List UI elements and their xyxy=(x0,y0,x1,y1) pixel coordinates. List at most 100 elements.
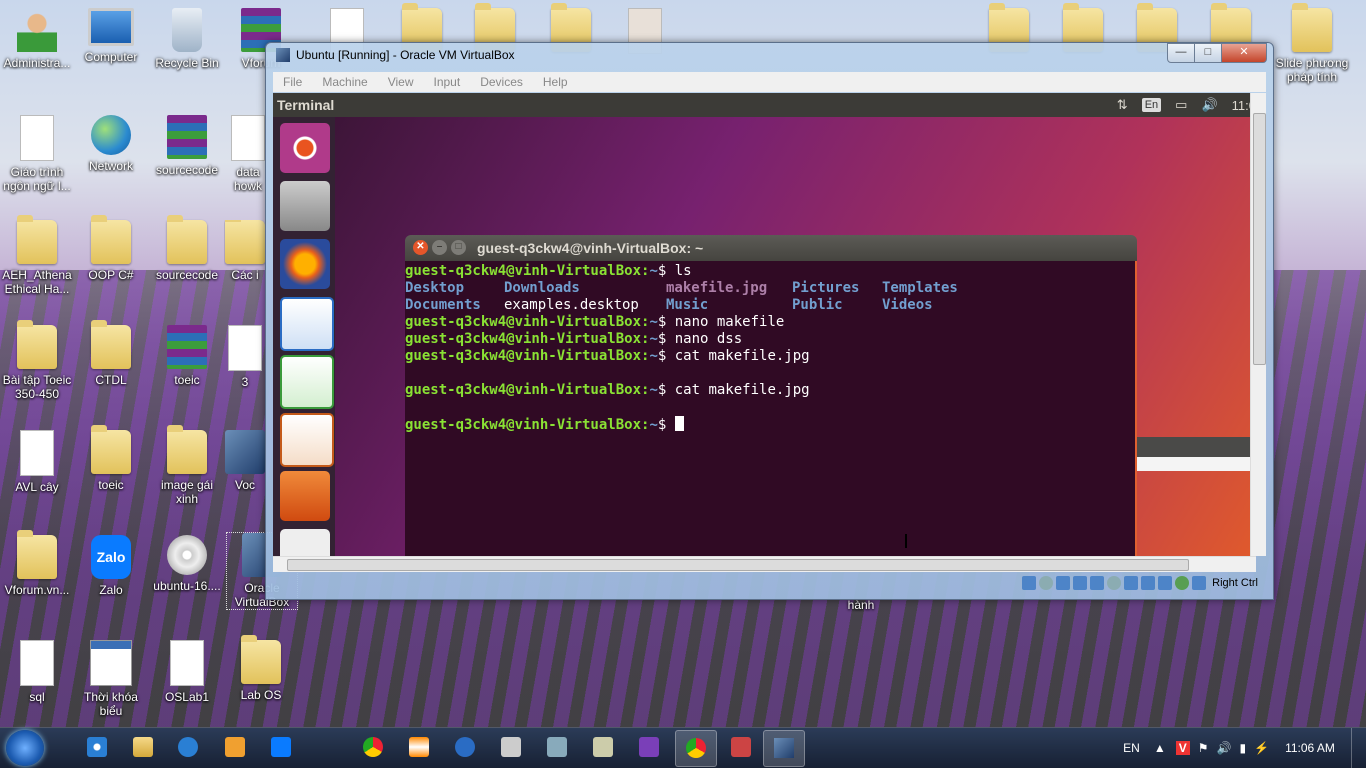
tool-icon[interactable] xyxy=(547,737,567,757)
skype-icon[interactable] xyxy=(178,737,198,757)
action-center-icon[interactable]: ⚑ xyxy=(1198,741,1209,755)
keyboard-capture-icon[interactable] xyxy=(1192,576,1207,590)
maximize-button[interactable]: □ xyxy=(1194,43,1222,63)
display-icon[interactable] xyxy=(1124,576,1139,590)
writer-icon[interactable] xyxy=(280,297,334,351)
vlc-icon[interactable] xyxy=(409,737,429,757)
desktop-icon[interactable]: Slide phương pháp tính xyxy=(1272,3,1352,84)
desktop-icon[interactable]: Network xyxy=(74,115,148,173)
power-icon[interactable]: ⚡ xyxy=(1254,741,1269,755)
video-capture-icon[interactable] xyxy=(1141,576,1156,590)
mouse-integration-icon[interactable] xyxy=(1175,576,1190,590)
minimize-button[interactable]: — xyxy=(1167,43,1195,63)
desktop-icon[interactable]: Lab OS xyxy=(224,635,298,702)
show-hidden-icons-icon[interactable]: ▲ xyxy=(1154,741,1166,755)
desktop-icon[interactable]: Zalo Zalo xyxy=(74,535,148,597)
desktop-icon[interactable]: AVL cây xyxy=(0,430,74,494)
files-icon[interactable] xyxy=(280,181,330,231)
desktop-icon[interactable]: 3 xyxy=(224,325,266,389)
desktop-icon[interactable]: toeic xyxy=(150,325,224,387)
help-icon[interactable] xyxy=(280,529,330,556)
internet-explorer-icon[interactable] xyxy=(87,737,107,757)
menu-devices[interactable]: Devices xyxy=(470,75,533,89)
file-explorer-icon[interactable] xyxy=(133,737,153,757)
sound-icon[interactable] xyxy=(501,737,521,757)
keyboard-layout-indicator[interactable]: En xyxy=(1141,98,1162,112)
scroll-thumb[interactable] xyxy=(287,559,1189,571)
folder-icon xyxy=(167,425,207,474)
calc-icon[interactable] xyxy=(280,355,334,409)
chrome-taskbar-button[interactable] xyxy=(675,730,717,767)
clock[interactable]: 11:06 AM xyxy=(1275,741,1345,755)
menu-file[interactable]: File xyxy=(273,75,312,89)
desktop-icon[interactable]: CTDL xyxy=(74,320,148,387)
virtualbox-taskbar-button[interactable] xyxy=(763,730,805,767)
desktop-icon[interactable]: ubuntu-16.... xyxy=(150,535,224,593)
desktop-icon[interactable]: Các i xyxy=(224,220,266,282)
desktop-icon[interactable]: toeic xyxy=(74,425,148,492)
zalo-icon[interactable] xyxy=(271,737,291,757)
desktop-icon[interactable]: Voc xyxy=(224,430,266,492)
unikey-icon[interactable]: V xyxy=(1175,741,1190,755)
terminal-minimize-button[interactable]: – xyxy=(432,240,447,255)
dash-home-icon[interactable] xyxy=(280,123,330,173)
app-icon[interactable] xyxy=(593,737,613,757)
desktop-icon[interactable]: OOP C# xyxy=(74,215,148,282)
desktop-icon[interactable]: Computer xyxy=(74,8,148,64)
audio-icon[interactable] xyxy=(1056,576,1071,590)
firefox-icon[interactable] xyxy=(280,239,330,289)
cpu-icon[interactable] xyxy=(1158,576,1173,590)
visual-studio-icon[interactable] xyxy=(639,737,659,757)
desktop-icon[interactable]: AEH_Athena Ethical Ha... xyxy=(0,215,74,296)
zalo-icon: Zalo xyxy=(91,535,131,579)
network-icon[interactable] xyxy=(1073,576,1088,590)
start-button[interactable] xyxy=(6,730,44,766)
menu-help[interactable]: Help xyxy=(533,75,578,89)
desktop-icon[interactable]: OSLab1 xyxy=(150,640,224,704)
terminal-maximize-button[interactable]: □ xyxy=(451,240,466,255)
network-signal-icon[interactable]: ▮ xyxy=(1239,741,1246,755)
desktop-icon[interactable]: Giáo trình ngôn ngữ l... xyxy=(0,115,74,193)
hard-disk-icon[interactable] xyxy=(1022,576,1037,590)
desktop-icon[interactable]: Vforum.vn... xyxy=(0,530,74,597)
media-player-icon[interactable] xyxy=(225,737,245,757)
desktop-icon[interactable]: sourcecode xyxy=(150,115,224,177)
terminal-window[interactable]: ✕ – □ guest-q3ckw4@vinh-VirtualBox: ~ gu… xyxy=(405,235,1137,556)
terminal-prompt-line[interactable]: guest-q3ckw4@vinh-VirtualBox:~$ xyxy=(405,416,1135,433)
shared-folders-icon[interactable] xyxy=(1107,576,1122,590)
horizontal-scrollbar[interactable] xyxy=(273,556,1256,572)
network-arrows-icon[interactable]: ⇅ xyxy=(1117,97,1128,113)
menu-machine[interactable]: Machine xyxy=(312,75,377,89)
scroll-thumb[interactable] xyxy=(1253,113,1266,365)
battery-icon[interactable]: ▭ xyxy=(1175,97,1187,113)
desktop-icon[interactable]: Bài tập Toeic 350-450 xyxy=(0,320,74,401)
desktop-icon[interactable]: Recycle Bin xyxy=(150,8,224,70)
desktop-icon[interactable]: sql xyxy=(0,640,74,704)
desktop-icon-label[interactable]: hành xyxy=(824,598,898,612)
desktop-icon[interactable]: image gái xinh xyxy=(150,425,224,506)
close-button[interactable]: ✕ xyxy=(1221,43,1267,63)
vertical-scrollbar[interactable] xyxy=(1250,93,1266,556)
desktop-icon[interactable]: sourcecode xyxy=(150,215,224,282)
impress-icon[interactable] xyxy=(280,413,334,467)
desktop-icon[interactable]: Administra... xyxy=(0,8,74,70)
usb-icon[interactable] xyxy=(1090,576,1105,590)
terminal-close-button[interactable]: ✕ xyxy=(413,240,428,255)
app-icon[interactable] xyxy=(731,737,751,757)
volume-icon[interactable]: 🔊 xyxy=(1201,97,1217,113)
software-center-icon[interactable] xyxy=(280,471,330,521)
terminal-output[interactable]: guest-q3ckw4@vinh-VirtualBox:~$ ls Deskt… xyxy=(405,261,1137,556)
desktop-icon[interactable]: Thời khóa biểu xyxy=(74,640,148,718)
virtualbox-window[interactable]: Ubuntu [Running] - Oracle VM VirtualBox … xyxy=(265,42,1274,600)
show-desktop-button[interactable] xyxy=(1351,728,1366,768)
guest-display[interactable]: Terminal ⇅ En ▭ 🔊 11:0 ✕ – □ guest-q3ckw… xyxy=(273,93,1256,556)
menu-view[interactable]: View xyxy=(378,75,424,89)
input-language[interactable]: EN xyxy=(1123,741,1140,755)
terminal-titlebar[interactable]: ✕ – □ guest-q3ckw4@vinh-VirtualBox: ~ xyxy=(405,235,1137,261)
teamviewer-icon[interactable] xyxy=(455,737,475,757)
volume-icon[interactable]: 🔊 xyxy=(1216,741,1231,755)
menu-input[interactable]: Input xyxy=(424,75,471,89)
optical-drive-icon[interactable] xyxy=(1039,576,1054,590)
chrome-icon[interactable] xyxy=(363,737,383,757)
